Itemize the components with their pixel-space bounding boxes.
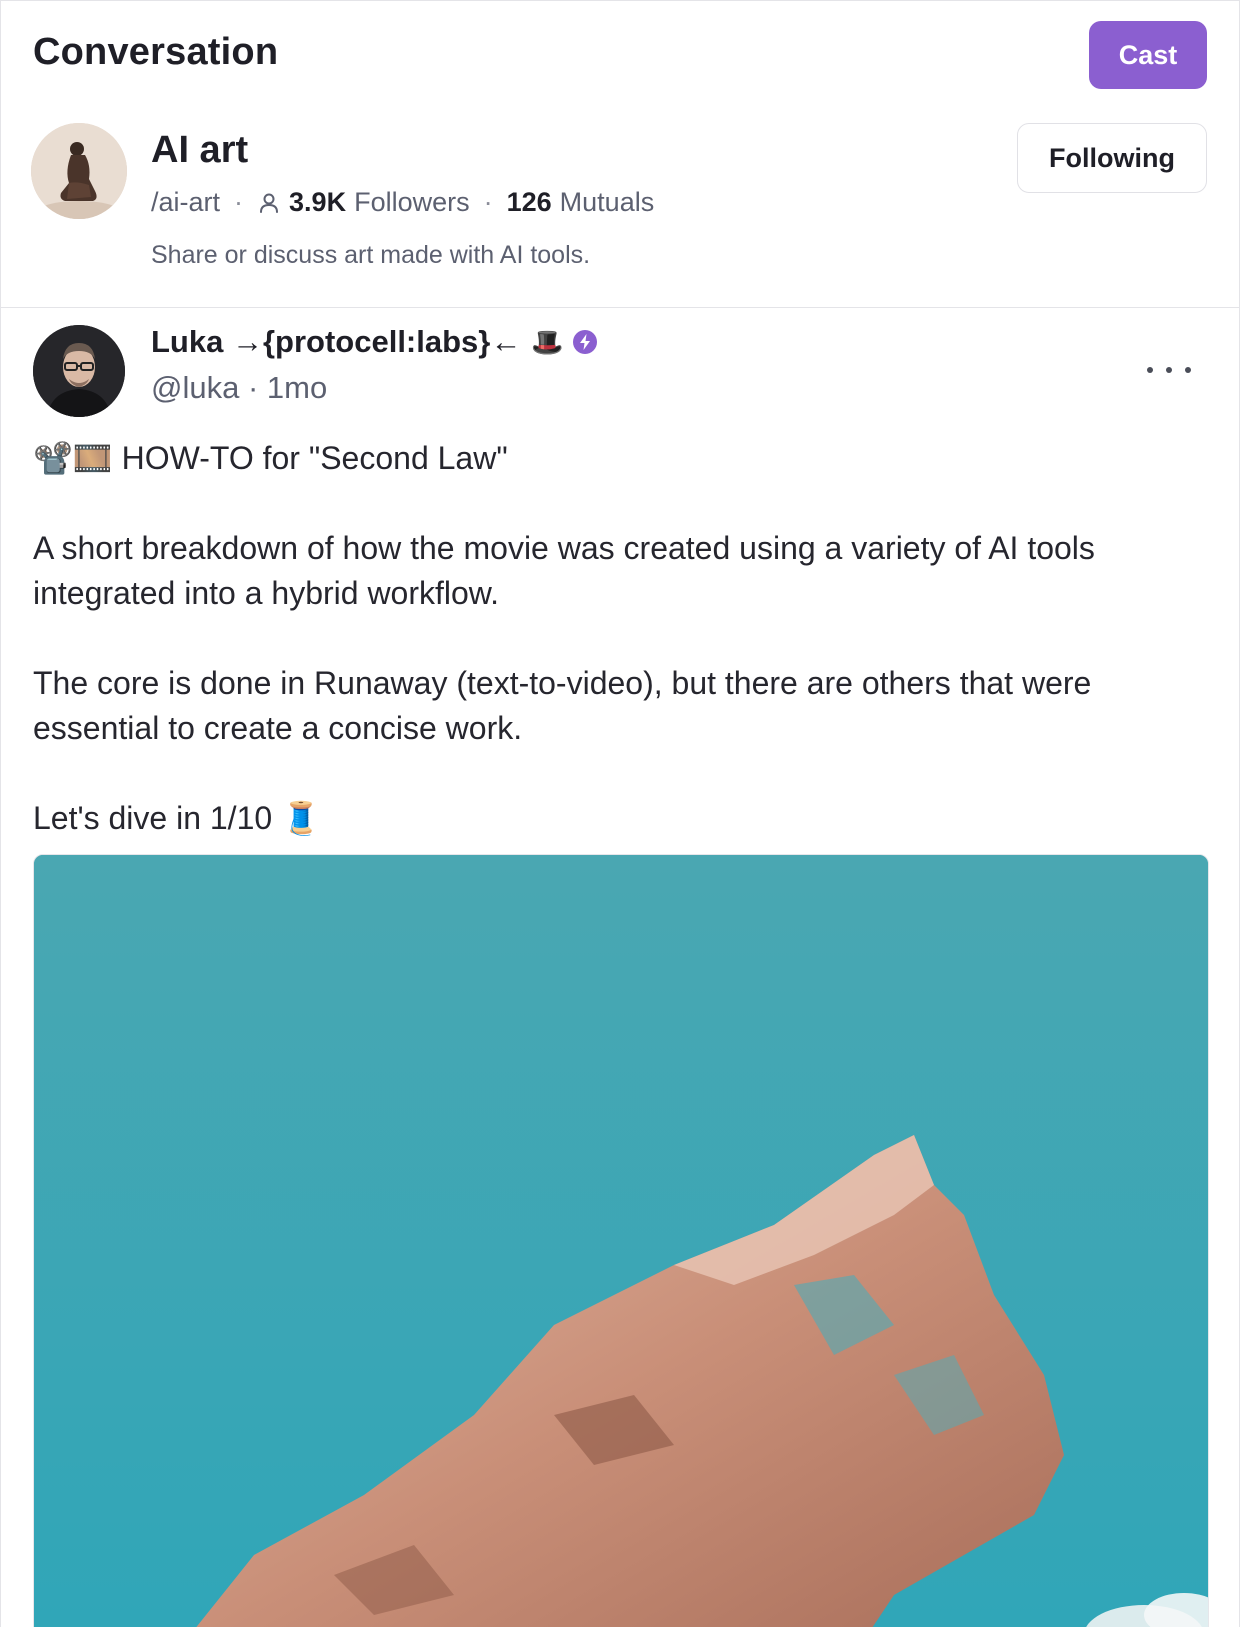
meta-separator: · xyxy=(234,187,244,217)
channel-name[interactable]: AI art xyxy=(151,129,248,172)
channel-avatar[interactable] xyxy=(31,123,127,219)
following-button[interactable]: Following xyxy=(1017,123,1207,193)
author-name[interactable]: Luka →{protocell:labs}← xyxy=(151,324,521,360)
cast-post: Luka →{protocell:labs}← 🎩 @luka · 1mo 📽️… xyxy=(1,308,1239,1627)
author-handle[interactable]: @luka xyxy=(151,370,239,405)
page-title: Conversation xyxy=(33,31,279,73)
channel-card: AI art /ai-art · 3.9K Followers · 126 Mu… xyxy=(1,109,1239,308)
power-badge-icon xyxy=(572,329,598,355)
conversation-panel: Conversation Cast AI art /ai-art · 3.9K xyxy=(0,0,1240,1627)
conversation-header: Conversation Cast xyxy=(1,1,1239,109)
cast-button[interactable]: Cast xyxy=(1089,21,1207,89)
channel-slug[interactable]: /ai-art xyxy=(151,187,220,218)
more-horizontal-icon[interactable] xyxy=(1147,360,1191,380)
author-avatar[interactable] xyxy=(33,325,125,417)
post-paragraph: The core is done in Runaway (text-to-vid… xyxy=(33,665,1092,746)
post-text: 📽️🎞️ HOW-TO for "Second Law" A short bre… xyxy=(33,436,1183,841)
post-age[interactable]: 1mo xyxy=(267,370,327,405)
channel-avatar-image xyxy=(31,123,127,219)
post-paragraph: A short breakdown of how the movie was c… xyxy=(33,530,1095,611)
handle-separator: · xyxy=(247,370,259,405)
author-name-line: Luka →{protocell:labs}← 🎩 xyxy=(151,324,598,360)
followers-label[interactable]: Followers xyxy=(354,187,470,218)
mutuals-count: 126 xyxy=(506,187,552,217)
post-paragraph: Let's dive in 1/10 🧵 xyxy=(33,800,321,836)
meta-separator: · xyxy=(483,187,493,217)
post-paragraph: 📽️🎞️ HOW-TO for "Second Law" xyxy=(33,440,508,476)
followers-count: 3.9K xyxy=(289,187,347,217)
top-hat-icon: 🎩 xyxy=(531,326,564,357)
author-avatar-image xyxy=(33,325,125,417)
author-handle-line: @luka · 1mo xyxy=(151,370,327,406)
channel-description: Share or discuss art made with AI tools. xyxy=(151,241,591,269)
channel-meta: /ai-art · 3.9K Followers · 126 Mutuals xyxy=(151,187,654,218)
rock-sky-illustration xyxy=(34,855,1208,1627)
user-icon xyxy=(257,191,281,215)
post-image[interactable] xyxy=(33,854,1209,1627)
mutuals-label[interactable]: Mutuals xyxy=(560,187,655,218)
